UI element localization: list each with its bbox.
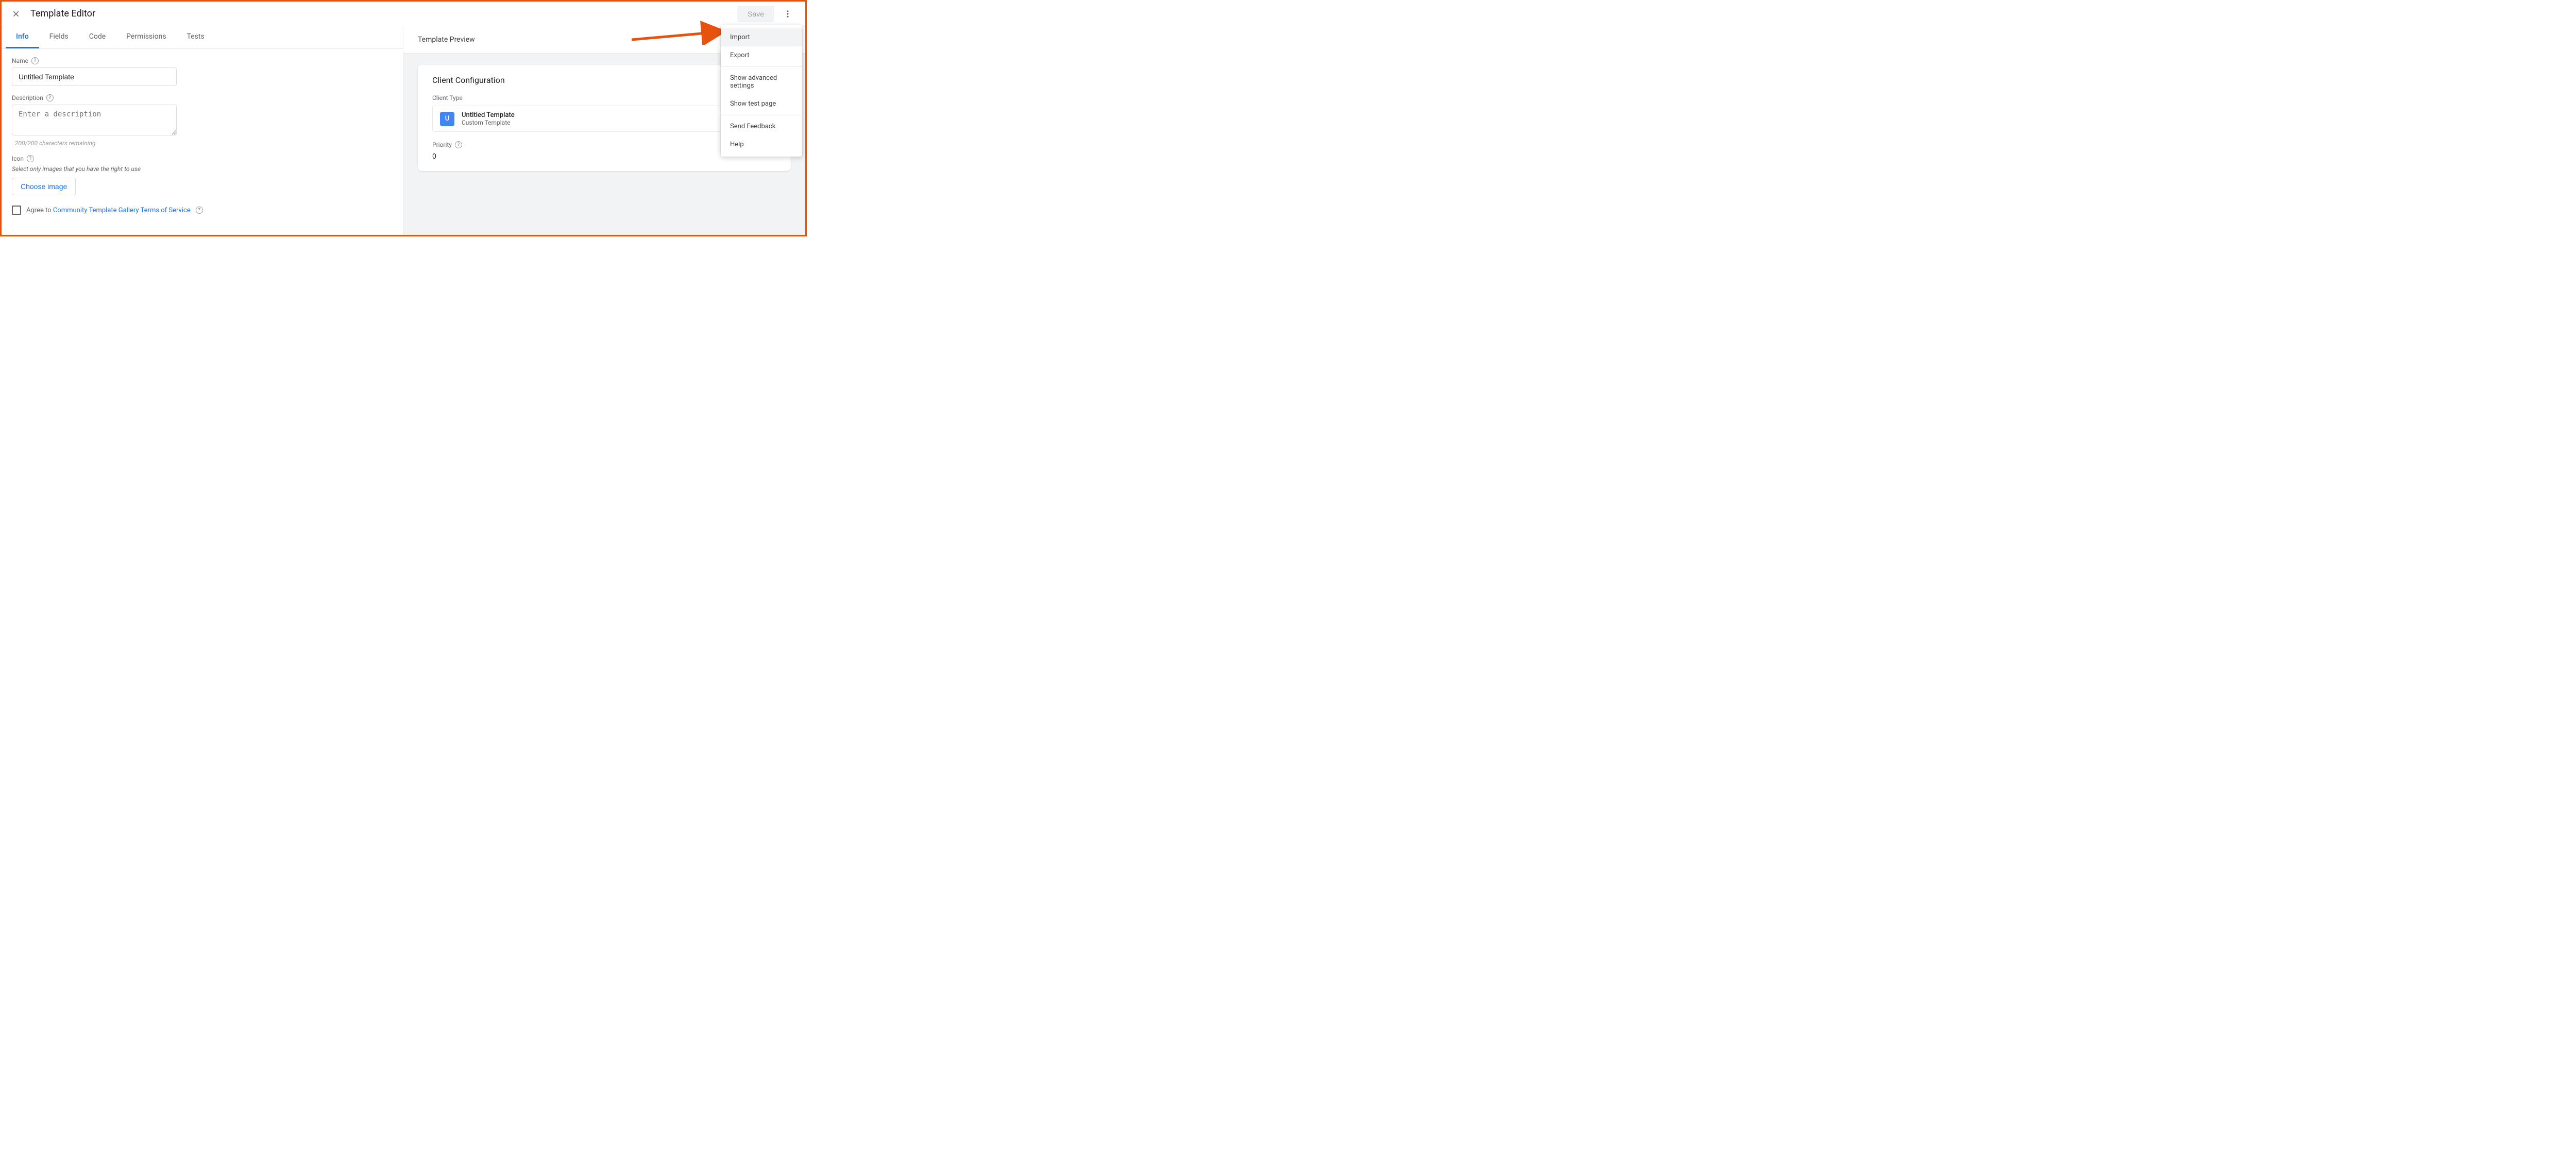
tos-link[interactable]: Community Template Gallery Terms of Serv… [53,207,191,214]
client-name: Untitled Template [462,111,515,119]
choose-image-button[interactable]: Choose image [12,178,76,195]
agree-text: Agree to Community Template Gallery Term… [26,207,191,214]
help-icon[interactable]: ? [27,155,34,162]
name-input[interactable] [12,67,177,86]
tab-info[interactable]: Info [6,26,39,48]
tabs: Info Fields Code Permissions Tests [2,26,403,49]
icon-label: Icon ? [12,155,393,162]
more-menu-button[interactable] [778,5,797,23]
char-counter: 200/200 characters remaining [15,140,393,147]
tab-tests[interactable]: Tests [177,26,215,48]
more-menu: Import Export Show advanced settings Sho… [721,25,802,157]
close-button[interactable] [10,8,22,20]
save-button[interactable]: Save [737,6,774,22]
help-icon[interactable]: ? [46,94,54,101]
help-icon[interactable]: ? [455,141,462,148]
page-title: Template Editor [30,8,95,19]
menu-help[interactable]: Help [721,135,802,153]
agree-checkbox[interactable] [12,206,21,215]
menu-testpage[interactable]: Show test page [721,95,802,113]
client-icon: U [440,112,454,126]
help-icon[interactable]: ? [196,207,203,214]
menu-import[interactable]: Import [721,28,802,46]
client-subtitle: Custom Template [462,119,515,126]
name-label: Name ? [12,57,393,64]
menu-feedback[interactable]: Send Feedback [721,117,802,135]
menu-advanced[interactable]: Show advanced settings [721,69,802,95]
description-input[interactable] [12,105,177,135]
menu-export[interactable]: Export [721,46,802,64]
tab-permissions[interactable]: Permissions [116,26,176,48]
icon-hint: Select only images that you have the rig… [12,165,393,173]
tab-code[interactable]: Code [79,26,116,48]
description-label: Description ? [12,94,393,101]
help-icon[interactable]: ? [31,57,39,64]
tab-fields[interactable]: Fields [39,26,79,48]
